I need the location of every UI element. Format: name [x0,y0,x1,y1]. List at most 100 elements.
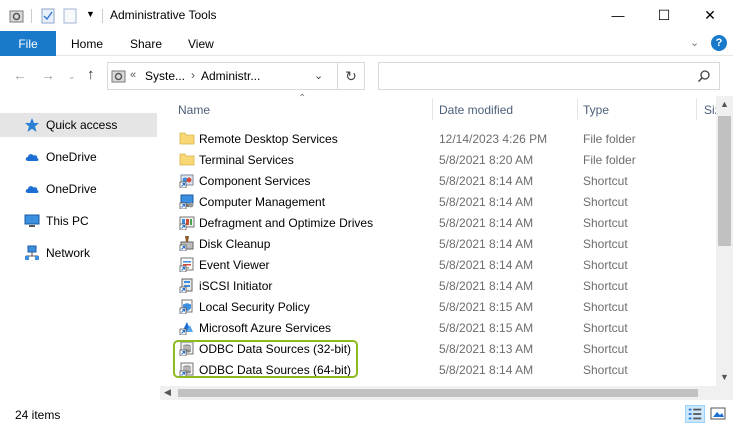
maximize-button[interactable]: ☐ [641,0,687,31]
breadcrumb-admin[interactable]: Administr... [201,69,260,83]
file-row[interactable]: Remote Desktop Services 12/14/2023 4:26 P… [160,128,715,149]
address-row: ← → ⌄ ↑ « Syste... › Administr... ⌄ ↻ [0,56,733,96]
nav-item-quick-access[interactable]: Quick access [0,113,157,137]
large-icons-view-icon[interactable] [708,405,728,423]
sort-indicator-icon: ⌃ [298,93,307,104]
title-separator [102,9,103,23]
file-type: Shortcut [583,363,628,377]
qat-dropdown-icon[interactable]: ▼ [86,9,95,19]
computer-management-icon [179,194,194,209]
scroll-left-icon[interactable]: ◀ [164,387,171,398]
tab-view[interactable]: View [188,31,214,56]
file-row[interactable]: Defragment and Optimize Drives 5/8/2021 8… [160,212,715,233]
tab-share[interactable]: Share [130,31,162,56]
file-type: Shortcut [583,216,628,230]
breadcrumb-overflow[interactable]: « [130,69,136,81]
properties-icon[interactable] [40,7,56,25]
nav-item-label: OneDrive [46,150,97,164]
file-name: Remote Desktop Services [199,132,338,146]
file-name: Local Security Policy [199,300,310,314]
chevron-down-icon[interactable]: ⌄ [690,36,699,49]
scrollbar-corner [716,386,733,400]
help-icon[interactable]: ? [711,35,727,51]
file-name: Terminal Services [199,153,294,167]
title-separator [31,9,32,23]
nav-item-label: Network [46,246,91,260]
azure-icon [179,322,193,335]
file-date-modified: 5/8/2021 8:14 AM [439,363,534,377]
column-header-name[interactable]: Name [178,97,210,123]
file-date-modified: 5/8/2021 8:15 AM [439,300,534,314]
file-type: File folder [583,132,636,146]
folder-icon [179,153,195,166]
minimize-button[interactable]: — [595,0,641,31]
nav-item-label: Quick access [46,118,118,132]
settings-tools-icon[interactable] [8,7,26,25]
file-row[interactable]: iSCSI Initiator 5/8/2021 8:14 AM Shortcut [160,275,715,296]
scroll-down-icon[interactable]: ▼ [720,372,729,382]
file-row[interactable]: Computer Management 5/8/2021 8:14 AM Short… [160,191,715,212]
file-date-modified: 5/8/2021 8:14 AM [439,279,534,293]
column-header-type[interactable]: Type [583,97,609,123]
tab-home[interactable]: Home [71,31,103,56]
cloud-icon [25,186,39,193]
file-date-modified: 5/8/2021 8:14 AM [439,216,534,230]
file-type: Shortcut [583,174,628,188]
file-name: Defragment and Optimize Drives [199,216,374,230]
horizontal-scroll-thumb[interactable] [178,389,698,397]
column-divider[interactable] [696,98,697,120]
column-divider[interactable] [432,98,433,120]
file-row[interactable]: Terminal Services 5/8/2021 8:20 AM File fo… [160,149,715,170]
cloud-icon [25,154,39,161]
file-type: Shortcut [583,342,628,356]
admin-tools-icon [111,70,126,83]
file-type: Shortcut [583,279,628,293]
file-row[interactable]: Component Services 5/8/2021 8:14 AM Shortc… [160,170,715,191]
new-folder-icon[interactable] [62,7,78,25]
details-view-icon[interactable] [685,405,705,423]
window-title: Administrative Tools [110,8,217,22]
nav-item-label: OneDrive [46,182,97,196]
tab-file[interactable]: File [0,31,56,56]
back-arrow-icon[interactable]: ← [13,67,27,83]
search-icon[interactable] [697,69,711,83]
file-row[interactable]: Microsoft Azure Services 5/8/2021 8:15 AM… [160,317,715,338]
refresh-button[interactable]: ↻ [337,62,365,90]
close-button[interactable]: ✕ [687,0,733,31]
breadcrumb-system[interactable]: Syste... [145,69,185,83]
odbc-highlight-outline [173,340,358,378]
forward-arrow-icon[interactable]: → [41,67,55,83]
file-date-modified: 12/14/2023 4:26 PM [439,132,548,146]
title-bar: ▼ Administrative Tools — ☐ ✕ [0,0,733,31]
folder-icon [179,132,195,145]
address-dropdown-icon[interactable]: ⌄ [314,69,323,82]
component-services-icon [179,174,194,188]
nav-item-onedrive[interactable]: OneDrive [0,177,157,201]
breadcrumb-separator[interactable]: › [191,68,195,82]
nav-item-this-pc[interactable]: This PC [0,209,157,233]
star-icon [25,118,39,132]
network-icon [25,245,39,260]
address-bar[interactable]: « Syste... › Administr... ⌄ [107,62,360,90]
scroll-up-icon[interactable]: ▲ [720,99,729,109]
item-count: 24 items [15,408,61,422]
security-policy-icon [179,299,193,314]
file-type: Shortcut [583,258,628,272]
search-input[interactable] [378,62,720,90]
file-name: Disk Cleanup [199,237,271,251]
file-type: Shortcut [583,300,628,314]
nav-item-onedrive[interactable]: OneDrive [0,145,157,169]
file-row[interactable]: Disk Cleanup 5/8/2021 8:14 AM Shortcut [160,233,715,254]
column-header-date[interactable]: Date modified [439,97,513,123]
file-row[interactable]: Local Security Policy 5/8/2021 8:15 AM Sho… [160,296,715,317]
nav-item-network[interactable]: Network [0,241,157,265]
column-divider[interactable] [577,98,578,120]
defrag-icon [179,216,195,230]
nav-item-label: This PC [46,214,89,228]
up-arrow-icon[interactable]: ↑ [87,66,95,83]
navigation-pane: Quick access OneDrive OneDrive This PC N… [0,96,160,396]
recent-locations-icon[interactable]: ⌄ [68,71,76,82]
file-row[interactable]: Event Viewer 5/8/2021 8:14 AM Shortcut [160,254,715,275]
vertical-scroll-thumb[interactable] [718,116,731,246]
file-date-modified: 5/8/2021 8:14 AM [439,258,534,272]
